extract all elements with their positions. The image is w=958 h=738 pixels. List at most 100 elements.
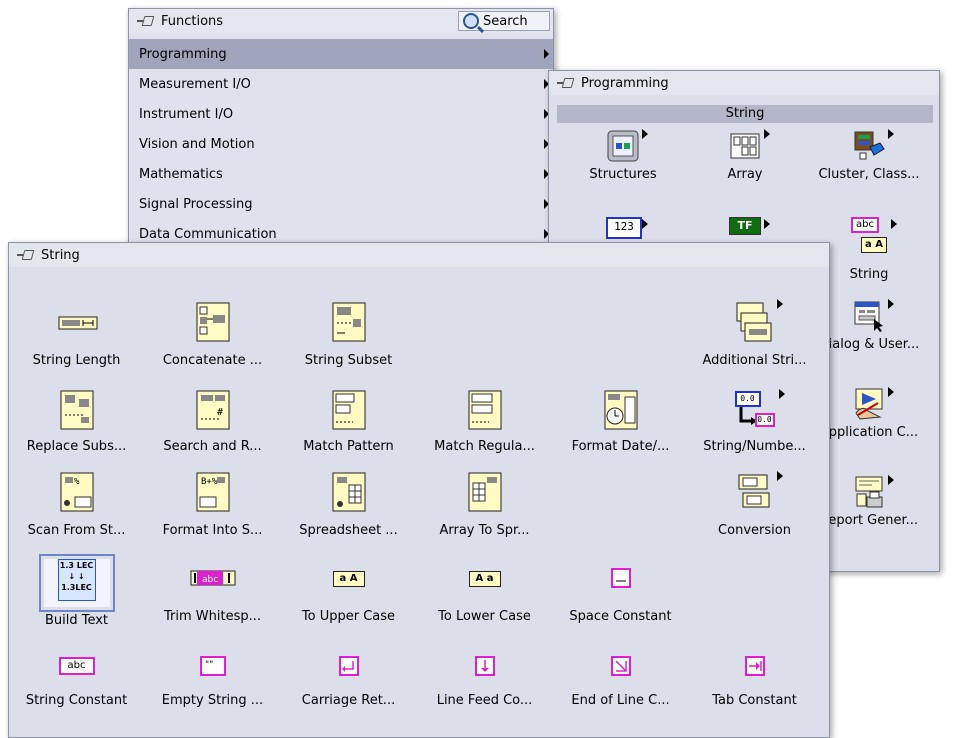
palette-item-label: Space Constant: [569, 609, 672, 624]
category-label: Mathematics: [139, 166, 223, 182]
category-label: Instrument I/O: [139, 106, 234, 122]
svg-text:#: #: [217, 407, 223, 418]
palette-item-string-number[interactable]: 0.0 0.0 String/Numbe...: [687, 389, 822, 454]
palette-item-array-to-spreadsheet[interactable]: Array To Spr...: [417, 469, 552, 538]
palette-item-to-lower-case[interactable]: A a To Lower Case: [417, 555, 552, 624]
palette-item-to-upper-case[interactable]: a A To Upper Case: [281, 555, 416, 624]
palette-item-label: Spreadsheet ...: [299, 523, 398, 538]
palette-item-build-text[interactable]: 1.3 LEC ↓ ↓ 1.3LEC Build Text: [9, 554, 144, 628]
palette-item-additional-string[interactable]: Additional Stri...: [687, 299, 822, 368]
palette-item-structures[interactable]: Structures: [557, 129, 689, 182]
palette-item-match-regex[interactable]: Match Regula...: [417, 389, 552, 454]
string-length-icon: [55, 299, 99, 347]
string-number-icon: 0.0 0.0: [733, 389, 785, 433]
palette-item-search-replace[interactable]: # Search and R...: [145, 389, 280, 454]
category-item-instrument-io[interactable]: Instrument I/O: [129, 99, 553, 129]
string-constant-text: abc: [58, 657, 95, 675]
array-to-spreadsheet-icon: [463, 469, 507, 517]
category-item-vision-motion[interactable]: Vision and Motion: [129, 129, 553, 159]
category-item-measurement-io[interactable]: Measurement I/O: [129, 69, 553, 99]
palette-item-space-constant[interactable]: Space Constant: [553, 555, 688, 624]
palette-item-tab-constant[interactable]: Tab Constant: [687, 643, 822, 708]
build-text-icon: 1.3 LEC ↓ ↓ 1.3LEC: [38, 554, 115, 612]
numeric-icon: 123: [606, 217, 648, 239]
replace-substring-icon: [55, 389, 99, 433]
palette-item-conversion[interactable]: Conversion: [687, 469, 822, 538]
palette-item-string-subset[interactable]: String Subset: [281, 299, 416, 368]
palette-item-line-feed[interactable]: Line Feed Co...: [417, 643, 552, 708]
lower-text: A a: [468, 571, 501, 587]
string-icon: abc a A: [847, 217, 897, 263]
palette-item-label: Additional Stri...: [702, 353, 807, 368]
palette-item-label: To Lower Case: [438, 609, 531, 624]
palette-item-trim-whitespace[interactable]: abc Trim Whitesp...: [145, 555, 280, 624]
palette-item-label: To Upper Case: [301, 609, 396, 624]
palette-item-string-constant[interactable]: abc String Constant: [9, 643, 144, 708]
category-list: Programming Measurement I/O Instrument I…: [129, 39, 553, 249]
svg-text:%: %: [74, 477, 80, 487]
palette-item-label: Array: [727, 167, 763, 182]
string-subset-icon: [327, 299, 371, 347]
palette-item-label: Trim Whitesp...: [163, 609, 261, 624]
search-button[interactable]: Search: [458, 11, 550, 31]
array-icon: [728, 129, 770, 163]
conversion-icon: [733, 469, 783, 517]
palette-item-carriage-return[interactable]: Carriage Ret...: [281, 643, 416, 708]
space-constant-icon: [609, 555, 633, 603]
palette-item-label: Array To Spr...: [439, 523, 530, 538]
match-pattern-icon: [327, 389, 371, 433]
palette-item-format-date[interactable]: Format Date/...: [553, 389, 688, 454]
palette-item-array[interactable]: Array: [679, 129, 811, 182]
string-constant-icon: abc: [57, 643, 97, 687]
format-into-string-icon: B+%: [191, 469, 235, 517]
palette-item-label: Format Into S...: [162, 523, 263, 538]
palette-item-label: Build Text: [44, 613, 109, 628]
build-top: 1.3 LEC: [59, 561, 94, 570]
to-lower-icon: A a: [467, 555, 503, 603]
palette-item-label: String Constant: [25, 693, 128, 708]
tab-constant-icon: [743, 643, 767, 687]
pin-icon[interactable]: [137, 14, 155, 28]
palette-item-match-pattern[interactable]: Match Pattern: [281, 389, 416, 454]
category-item-mathematics[interactable]: Mathematics: [129, 159, 553, 189]
pin-icon[interactable]: [557, 76, 575, 90]
palette-item-concatenate[interactable]: Concatenate ...: [145, 299, 280, 368]
highlight-bar: String: [557, 105, 933, 123]
category-item-programming[interactable]: Programming: [129, 39, 553, 69]
category-label: Data Communication: [139, 226, 277, 242]
upper-text: a A: [332, 571, 365, 587]
palette-item-label: Scan From St...: [27, 523, 126, 538]
functions-title: Functions: [161, 13, 224, 29]
palette-item-scan-from-string[interactable]: % Scan From St...: [9, 469, 144, 538]
build-arrows: ↓ ↓: [68, 572, 85, 581]
boolean-icon: TF: [728, 217, 770, 239]
palette-item-label: Replace Subs...: [26, 439, 127, 454]
svg-text:"": "": [205, 660, 213, 670]
palette-item-empty-string[interactable]: "" Empty String ...: [145, 643, 280, 708]
palette-item-cluster-class[interactable]: Cluster, Class...: [803, 129, 935, 182]
empty-string-icon: "": [198, 643, 228, 687]
palette-item-spreadsheet[interactable]: Spreadsheet ...: [281, 469, 416, 538]
svg-text:B+%: B+%: [201, 477, 218, 487]
string-palette: String String Length Concatenate ... Str…: [8, 242, 830, 738]
to-upper-icon: a A: [331, 555, 367, 603]
category-label: Measurement I/O: [139, 76, 251, 92]
palette-item-label: Empty String ...: [161, 693, 264, 708]
string-titlebar: String: [9, 243, 829, 267]
palette-item-label: Format Date/...: [571, 439, 670, 454]
num-text-2: 0.0: [754, 413, 775, 427]
pin-icon[interactable]: [17, 248, 35, 262]
category-item-signal-processing[interactable]: Signal Processing: [129, 189, 553, 219]
palette-item-label: Conversion: [718, 523, 791, 538]
carriage-return-icon: [337, 643, 361, 687]
palette-item-format-into-string[interactable]: B+% Format Into S...: [145, 469, 280, 538]
palette-item-string-length[interactable]: String Length: [9, 299, 144, 368]
palette-item-boolean[interactable]: TF: [679, 217, 811, 239]
palette-item-numeric[interactable]: 123: [557, 217, 689, 239]
category-label: Signal Processing: [139, 196, 253, 212]
palette-item-replace-substring[interactable]: Replace Subs...: [9, 389, 144, 454]
palette-item-label: String/Numbe...: [703, 439, 806, 454]
functions-palette: Functions Search Programming Measurement…: [128, 8, 554, 256]
palette-item-end-of-line[interactable]: End of Line C...: [553, 643, 688, 708]
string-title: String: [41, 247, 80, 263]
